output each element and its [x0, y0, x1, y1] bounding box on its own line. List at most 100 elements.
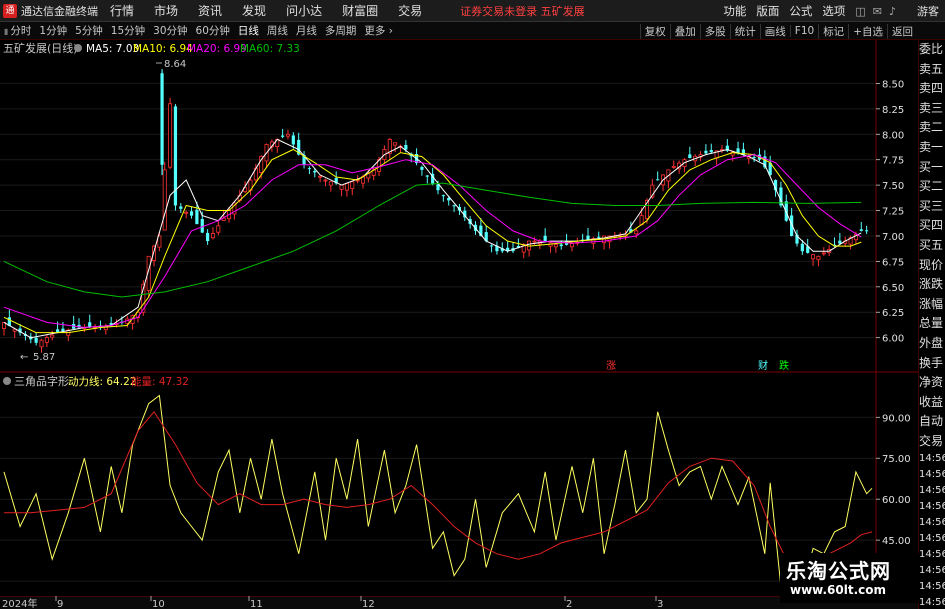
candle-body-down [752, 157, 756, 159]
date-label-mar: 3 [657, 599, 663, 609]
add-watchlist-button[interactable]: +自选 [848, 23, 887, 39]
back-button[interactable]: 返回 [887, 23, 917, 39]
login-status[interactable]: 证券交易未登录 五矿发展 [460, 3, 585, 19]
settings-icon[interactable] [74, 44, 82, 52]
candle-body-down [859, 229, 863, 231]
date-label-sep: 9 [57, 599, 63, 609]
price-tick-label: 6.25 [882, 308, 904, 319]
menu-item-market[interactable]: 市场 [154, 2, 178, 19]
menu-item-news[interactable]: 资讯 [198, 2, 222, 19]
period-5min[interactable]: 5分钟 [71, 23, 107, 38]
side-item-4[interactable]: 卖二 [919, 118, 945, 138]
period-intraday[interactable]: ▮ 分时 [0, 23, 35, 38]
price-tick-label: 7.00 [882, 232, 904, 243]
menu-item-ask[interactable]: 问小达 [286, 2, 322, 19]
price-panel-title: 五矿发展(日线) [3, 41, 78, 55]
bell-icon[interactable]: ♪ [889, 5, 896, 18]
side-time-3: 14:56 [919, 501, 945, 513]
side-item-0[interactable]: 委比 [919, 40, 945, 60]
menu-item-quotes[interactable]: 行情 [110, 2, 134, 19]
candle-body-down [865, 230, 869, 232]
candle-body-down [425, 175, 429, 177]
candle-body-down [195, 209, 199, 225]
candle-body-down [704, 150, 708, 154]
menu-item-trade[interactable]: 交易 [398, 2, 422, 19]
menu-item-formula[interactable]: 公式 [789, 3, 812, 19]
multi-stock-button[interactable]: 多股 [699, 23, 730, 39]
side-item-16[interactable]: 换手 [919, 354, 945, 374]
side-item-3[interactable]: 卖三 [919, 99, 945, 119]
period-multi[interactable]: 多周期 [321, 23, 361, 38]
candle-body-down [206, 232, 210, 242]
mark-button[interactable]: 标记 [818, 23, 848, 39]
period-1min[interactable]: 1分钟 [35, 23, 71, 38]
side-item-13[interactable]: 涨幅 [919, 295, 945, 315]
side-time-8: 14:56 [919, 581, 945, 593]
candle-body-down [586, 235, 590, 240]
period-daily[interactable]: 日线 [234, 23, 263, 38]
watermark: 乐淘公式网 www.60lt.com [780, 553, 920, 603]
candle-body-up [44, 337, 49, 343]
side-item-19[interactable]: 自动 [919, 412, 945, 432]
side-item-18[interactable]: 收益 [919, 393, 945, 413]
candle-body-up [532, 240, 537, 243]
side-item-7[interactable]: 买二 [919, 177, 945, 197]
side-item-1[interactable]: 卖五 [919, 60, 945, 80]
line2-label: 能量: 47.32 [131, 375, 189, 388]
candle-body-down [543, 235, 547, 242]
adjust-button[interactable]: 复权 [639, 23, 670, 39]
side-item-17[interactable]: 净资 [919, 373, 945, 393]
statistics-button[interactable]: 统计 [729, 23, 760, 39]
marker-finance[interactable]: 财 [758, 359, 768, 372]
marker-down[interactable]: 跌 [779, 359, 789, 372]
draw-line-button[interactable]: 画线 [759, 23, 790, 39]
watermark-url: www.60lt.com [790, 583, 887, 597]
ma60-label: MA60: 7.33 [240, 43, 300, 55]
side-item-6[interactable]: 买一 [919, 158, 945, 178]
price-tick-label: 7.50 [882, 181, 904, 192]
menu-item-discover[interactable]: 发现 [242, 2, 266, 19]
menu-item-options[interactable]: 选项 [822, 3, 845, 19]
menu-bar-right: 功能 版面 公式 选项 ◫ ✉ ♪ 游客 [723, 0, 945, 22]
overlay-button[interactable]: 叠加 [669, 23, 700, 39]
period-60min[interactable]: 60分钟 [192, 23, 234, 38]
side-item-11[interactable]: 现价 [919, 256, 945, 276]
side-item-14[interactable]: 总量 [919, 314, 945, 334]
period-30min[interactable]: 30分钟 [149, 23, 191, 38]
max-price-label: 8.64 [164, 59, 186, 70]
indicator-title: 三角品字形 [14, 374, 69, 388]
menu-item-function[interactable]: 功能 [723, 3, 746, 19]
ma10-label: MA10: 6.94 [133, 43, 193, 55]
app-name: 通达信金融终端 [21, 4, 98, 18]
candle-body-spike [160, 73, 164, 165]
side-item-9[interactable]: 买四 [919, 216, 945, 236]
side-item-5[interactable]: 卖一 [919, 138, 945, 158]
side-times: 14:56 14:56 14:56 14:56 14:56 14:56 14:56 14:56… [919, 451, 945, 609]
f10-button[interactable]: F10 [789, 25, 818, 37]
side-item-20[interactable]: 交易 [919, 432, 945, 452]
kline-chart[interactable]: 五矿发展(日线) MA5: 7.03 MA10: 6.94 MA20: 6.99… [0, 40, 918, 596]
candle-body-up [285, 133, 290, 137]
candle-body-down [291, 135, 295, 145]
menu-item-wealth[interactable]: 财富圈 [342, 2, 378, 19]
candle-body-up [569, 243, 574, 248]
indicator-settings-icon[interactable] [3, 377, 11, 385]
side-time-1: 14:56 [919, 469, 945, 481]
side-item-10[interactable]: 买五 [919, 236, 945, 256]
candle-body-up [634, 230, 639, 235]
period-15min[interactable]: 15分钟 [107, 23, 149, 38]
price-tick-label: 7.75 [882, 156, 904, 167]
mail-icon[interactable]: ✉ [873, 5, 882, 18]
side-item-8[interactable]: 买三 [919, 197, 945, 217]
menu-item-layout[interactable]: 版面 [756, 3, 779, 19]
period-more[interactable]: 更多 › [360, 23, 397, 38]
side-item-15[interactable]: 外盘 [919, 334, 945, 354]
guest-user[interactable]: 游客 [917, 3, 939, 19]
skin-icon[interactable]: ◫ [855, 5, 865, 18]
side-item-2[interactable]: 卖四 [919, 79, 945, 99]
period-monthly[interactable]: 月线 [292, 23, 321, 38]
marker-up[interactable]: 涨 [606, 360, 616, 372]
quote-side-panel: 委比 卖五 卖四 卖三 卖二 卖一 买一 买二 买三 买四 买五 现价 涨跌 涨幅 总量 外盘 换手 净资 收益 自动… [918, 40, 945, 609]
period-weekly[interactable]: 周线 [263, 23, 292, 38]
side-item-12[interactable]: 涨跌 [919, 275, 945, 295]
